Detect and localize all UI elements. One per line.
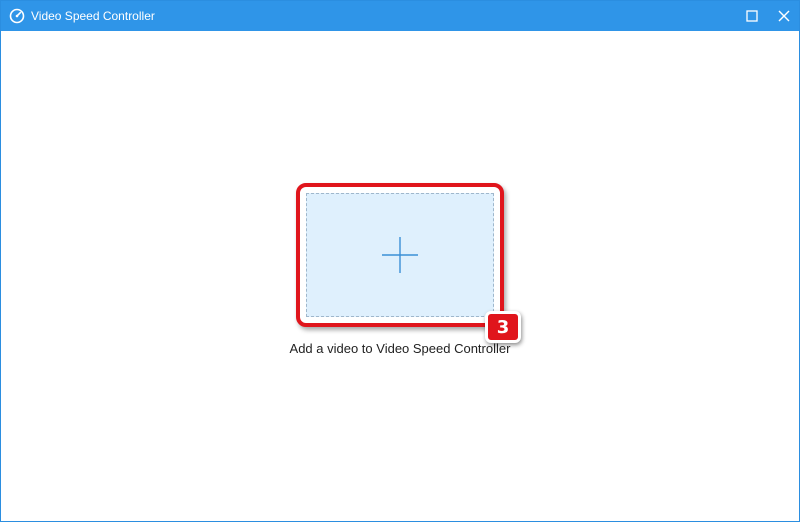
add-video-caption: Add a video to Video Speed Controller <box>289 341 511 356</box>
title-bar[interactable]: Video Speed Controller <box>1 1 799 31</box>
app-window: Video Speed Controller 3 Add a video to … <box>0 0 800 522</box>
window-controls <box>745 1 791 31</box>
maximize-icon[interactable] <box>745 9 759 23</box>
add-video-drop-zone[interactable] <box>306 193 494 317</box>
step-number-badge: 3 <box>485 311 521 343</box>
speedometer-icon <box>9 8 25 24</box>
plus-icon <box>382 237 418 273</box>
annotation-highlight <box>296 183 504 327</box>
window-title: Video Speed Controller <box>31 9 155 23</box>
close-icon[interactable] <box>777 9 791 23</box>
